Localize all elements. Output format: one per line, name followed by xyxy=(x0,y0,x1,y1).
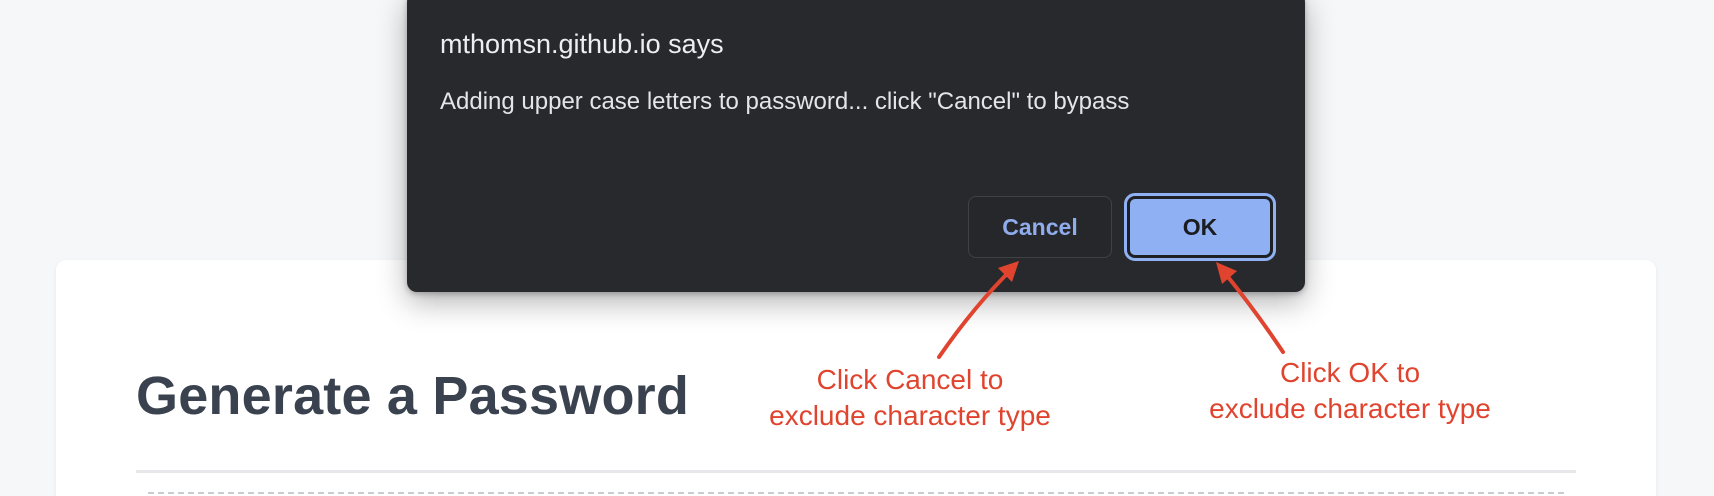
ok-annotation: Click OK to exclude character type xyxy=(1180,355,1520,427)
dialog-origin: mthomsn.github.io says xyxy=(440,29,724,59)
cancel-annotation-line2: exclude character type xyxy=(769,400,1051,431)
cancel-annotation-line1: Click Cancel to xyxy=(816,364,1004,395)
card-divider xyxy=(136,470,1576,473)
confirm-dialog: mthomsn.github.io says Adding upper case… xyxy=(407,0,1305,292)
ok-annotation-line2: exclude character type xyxy=(1209,393,1491,424)
cancel-button[interactable]: Cancel xyxy=(968,196,1112,258)
ok-annotation-line1: Click OK to xyxy=(1279,357,1421,388)
page-title: Generate a Password xyxy=(136,366,690,426)
page: Generate a Password mthomsn.github.io sa… xyxy=(0,0,1714,496)
ok-button[interactable]: OK xyxy=(1124,193,1276,261)
password-textarea[interactable] xyxy=(148,492,1564,494)
dialog-message: Adding upper case letters to password...… xyxy=(440,88,1130,115)
cancel-annotation: Click Cancel to exclude character type xyxy=(740,362,1080,434)
